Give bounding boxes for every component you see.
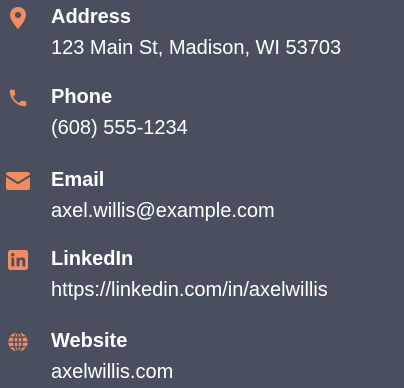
website-label: Website bbox=[51, 330, 128, 352]
contact-item-email: Email axel.willis@example.com bbox=[0, 165, 404, 227]
address-value: 123 Main St, Madison, WI 53703 bbox=[51, 37, 342, 59]
contact-item-linkedin: LinkedIn https://linkedin.com/in/axelwil… bbox=[0, 244, 404, 306]
phone-label: Phone bbox=[51, 86, 113, 108]
email-value[interactable]: axel.willis@example.com bbox=[51, 198, 275, 224]
contact-item-address: Address 123 Main St, Madison, WI 53703 bbox=[0, 2, 404, 64]
email-label: Email bbox=[51, 169, 105, 191]
linkedin-value[interactable]: https://linkedin.com/in/axelwillis bbox=[51, 277, 328, 303]
address-label: Address bbox=[51, 6, 132, 28]
phone-value[interactable]: (608) 555-1234 bbox=[51, 115, 188, 141]
contact-item-phone: Phone (608) 555-1234 bbox=[0, 82, 404, 144]
contact-item-website: Website axelwillis.com bbox=[0, 326, 404, 388]
linkedin-icon bbox=[4, 247, 32, 273]
map-pin-icon bbox=[4, 5, 32, 31]
globe-icon bbox=[4, 329, 32, 355]
envelope-icon bbox=[4, 168, 32, 194]
linkedin-label: LinkedIn bbox=[51, 248, 134, 270]
contact-list: Address 123 Main St, Madison, WI 53703 P… bbox=[0, 0, 404, 383]
website-value[interactable]: axelwillis.com bbox=[51, 359, 173, 385]
phone-icon bbox=[4, 85, 32, 111]
